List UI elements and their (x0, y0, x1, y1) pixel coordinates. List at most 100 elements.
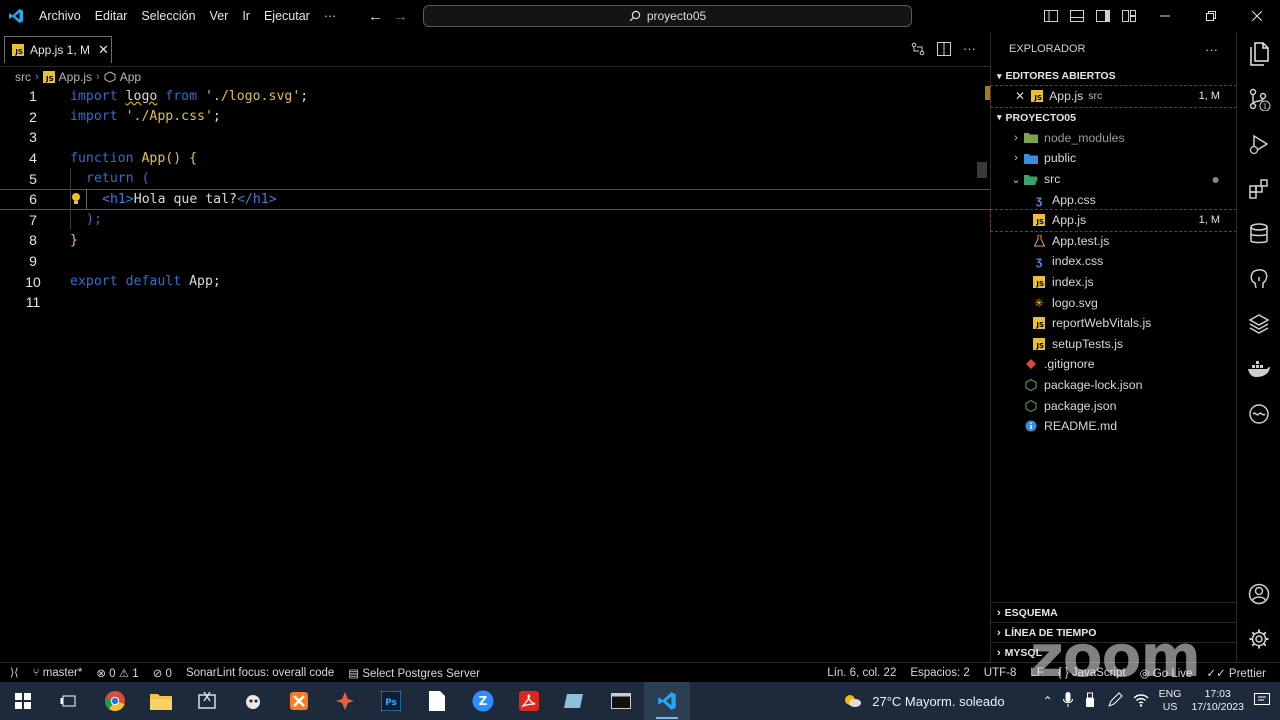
toggle-primary-sidebar-icon[interactable] (1038, 10, 1064, 22)
gimp-icon[interactable] (230, 682, 276, 720)
problems-item[interactable]: ⊗ 0 ⚠ 1 (96, 666, 138, 680)
customize-layout-icon[interactable] (1116, 10, 1142, 22)
search-icon (629, 10, 641, 22)
vscode-taskbar-icon[interactable] (644, 682, 690, 720)
weather-text[interactable]: 27°C Mayorm. soleado (872, 694, 1004, 709)
source-control-icon[interactable]: 1 (1237, 77, 1280, 121)
zoom-app-icon[interactable]: Z (460, 682, 506, 720)
command-center-search[interactable]: proyecto05 (423, 5, 912, 27)
close-window-button[interactable] (1234, 0, 1280, 32)
notifications-icon[interactable] (1254, 692, 1270, 710)
restore-button[interactable] (1188, 0, 1234, 32)
tree-item-reportwebvitals-js[interactable]: JS reportWebVitals.js (991, 313, 1236, 334)
document-icon[interactable] (414, 682, 460, 720)
toggle-secondary-sidebar-icon[interactable] (1090, 10, 1116, 22)
tree-item-app-js[interactable]: JS App.js 1, M (990, 208, 1237, 232)
close-icon[interactable]: ✕ (1015, 89, 1025, 103)
modified-dot-icon: ● (1211, 171, 1220, 188)
snipping-tool-icon[interactable] (184, 682, 230, 720)
settings-gear-icon[interactable] (1237, 617, 1280, 661)
file-explorer-icon[interactable] (138, 682, 184, 720)
menu-ejecutar[interactable]: Ejecutar (257, 0, 317, 32)
tree-item-gitignore[interactable]: .gitignore (991, 354, 1236, 375)
indentation[interactable]: Espacios: 2 (910, 667, 969, 679)
tree-item-readme-md[interactable]: README.md (991, 416, 1236, 437)
task-view-icon[interactable] (46, 682, 92, 720)
sql-workbench-icon[interactable] (552, 682, 598, 720)
back-arrow-icon[interactable]: ← (368, 8, 383, 25)
accounts-icon[interactable] (1237, 572, 1280, 616)
compare-changes-icon[interactable] (911, 42, 925, 56)
editor-actions: ··· (911, 41, 976, 56)
weather-icon[interactable] (842, 692, 862, 711)
windows-start-icon[interactable] (0, 682, 46, 720)
extensions-icon[interactable] (1237, 167, 1280, 211)
chevron-up-icon[interactable]: ⌃ (1043, 694, 1053, 708)
more-actions-icon[interactable]: ··· (963, 41, 976, 56)
menu-archivo[interactable]: Archivo (32, 0, 88, 32)
explorer-files-icon[interactable] (1237, 32, 1280, 76)
tree-item-package-json[interactable]: package.json (991, 395, 1236, 416)
lightbulb-icon[interactable] (70, 192, 82, 210)
photoshop-icon[interactable]: Ps (368, 682, 414, 720)
breadcrumb-file[interactable]: App.js (59, 70, 92, 84)
docker-icon[interactable] (1237, 347, 1280, 391)
tree-item-node-modules[interactable]: › node_modules (991, 128, 1236, 149)
tree-item-setuptests-js[interactable]: JS setupTests.js (991, 334, 1236, 355)
acrobat-icon[interactable] (506, 682, 552, 720)
chrome-icon[interactable] (92, 682, 138, 720)
tree-item-logo-svg[interactable]: ✳ logo.svg (991, 292, 1236, 313)
postgres-item[interactable]: ▤ Select Postgres Server (348, 666, 480, 680)
postgres-elephant-icon[interactable] (1237, 257, 1280, 301)
menu-ver[interactable]: Ver (203, 0, 236, 32)
menu-more[interactable]: ··· (317, 0, 344, 32)
cursor-position[interactable]: Lín. 6, col. 22 (827, 667, 896, 679)
wifi-icon[interactable] (1133, 693, 1149, 710)
open-editors-section[interactable]: ▾ EDITORES ABIERTOS (991, 66, 1236, 86)
tree-item-index-css[interactable]: ʒ index.css (991, 251, 1236, 272)
split-editor-icon[interactable] (937, 41, 951, 56)
tree-item-src[interactable]: ⌄ src ● (991, 169, 1236, 190)
run-debug-icon[interactable] (1237, 122, 1280, 166)
tree-item-index-js[interactable]: JS index.js (991, 272, 1236, 293)
remote-indicator-icon[interactable]: ⟩⟨ (10, 666, 19, 679)
microphone-icon[interactable] (1062, 691, 1073, 711)
git-extensions-icon[interactable] (322, 682, 368, 720)
layers-icon[interactable] (1237, 302, 1280, 346)
tab-app-js[interactable]: JS App.js 1, M ✕ (4, 36, 112, 63)
pen-icon[interactable] (1107, 691, 1123, 711)
forward-arrow-icon[interactable]: → (393, 8, 408, 25)
minimize-button[interactable] (1142, 0, 1188, 32)
clock[interactable]: 17:03 17/10/2023 (1191, 688, 1244, 714)
live-share-icon[interactable] (1237, 392, 1280, 436)
database-icon[interactable] (1237, 212, 1280, 256)
sonarlint-status[interactable]: SonarLint focus: overall code (186, 667, 334, 679)
chevron-right-icon: › (1014, 152, 1018, 165)
tree-item-app-css[interactable]: ʒ App.css (991, 189, 1236, 210)
toggle-panel-icon[interactable] (1064, 10, 1090, 22)
encoding[interactable]: UTF-8 (984, 667, 1017, 679)
language-indicator[interactable]: ENG US (1159, 688, 1182, 714)
breadcrumb-src[interactable]: src (15, 70, 31, 84)
usb-icon[interactable] (1083, 692, 1097, 711)
breadcrumb-symbol[interactable]: App (120, 70, 141, 84)
explorer-more-icon[interactable]: ··· (1205, 42, 1218, 57)
ports-item[interactable]: ⊘ 0 (153, 666, 172, 680)
xampp-icon[interactable] (276, 682, 322, 720)
tree-item-public[interactable]: › public (991, 148, 1236, 169)
branch-item[interactable]: ⑂ master* (33, 667, 83, 679)
project-section[interactable]: ▾ PROYECTO05 (991, 108, 1236, 128)
git-icon (1023, 357, 1039, 371)
outline-section[interactable]: › ESQUEMA (991, 602, 1236, 622)
menu-editar[interactable]: Editar (88, 0, 135, 32)
code-editor[interactable]: 1 import logo from './logo.svg'; 2 impor… (0, 86, 990, 662)
menu-ir[interactable]: Ir (235, 0, 257, 32)
open-editor-item[interactable]: ✕ JS App.js src 1, M (990, 85, 1237, 108)
terminal-icon[interactable] (598, 682, 644, 720)
prettier-item[interactable]: ✓✓ Prettier (1206, 666, 1266, 680)
menu-seleccion[interactable]: Selección (134, 0, 202, 32)
tree-item-app-test-js[interactable]: App.test.js (991, 231, 1236, 252)
tree-item-package-lock-json[interactable]: package-lock.json (991, 375, 1236, 396)
tree-label: .gitignore (1044, 357, 1095, 372)
close-tab-icon[interactable]: ✕ (98, 42, 109, 58)
